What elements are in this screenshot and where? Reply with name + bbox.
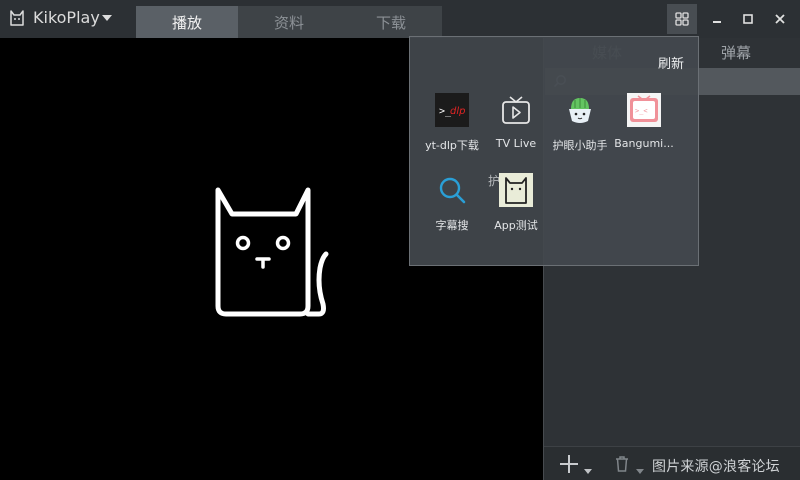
svg-text:>_<: >_< xyxy=(635,107,648,115)
trash-icon[interactable] xyxy=(614,455,630,473)
eye-care-icon xyxy=(563,93,597,127)
close-icon xyxy=(775,14,785,24)
apps-button[interactable] xyxy=(667,4,697,34)
app-yt-dlp[interactable]: >_ dlp yt-dlp下载 xyxy=(415,93,487,163)
title-bar: KikoPlay 播放 资料 下载 xyxy=(0,0,800,38)
tab-danmaku[interactable]: 弹幕 xyxy=(721,42,751,63)
yt-dlp-icon: >_ dlp xyxy=(435,93,469,127)
app-label: 护眼小助手 xyxy=(552,139,608,152)
app-label: TV Live xyxy=(495,137,537,150)
add-dropdown-icon[interactable] xyxy=(584,469,592,474)
tv-icon xyxy=(499,93,533,127)
tab-play[interactable]: 播放 xyxy=(136,6,238,38)
bangumi-icon: >_< xyxy=(627,93,661,127)
add-icon[interactable] xyxy=(558,453,580,475)
main-tabs: 播放 资料 下载 xyxy=(136,6,442,38)
maximize-icon xyxy=(743,14,753,24)
minimize-icon xyxy=(713,21,721,23)
apps-popup: 刷新 护 >_ dlp yt-dlp下载 TV Live 护眼小助手 >_< B… xyxy=(409,36,699,266)
minimize-button[interactable] xyxy=(702,4,732,34)
app-subtitle-search[interactable]: 字幕搜 xyxy=(415,173,487,243)
app-label: Bangumi... xyxy=(614,137,674,150)
subtitle-search-icon xyxy=(435,173,469,207)
maximize-button[interactable] xyxy=(733,4,763,34)
app-label: App测试 xyxy=(494,219,538,232)
tab-library[interactable]: 资料 xyxy=(238,6,340,38)
refresh-button[interactable]: 刷新 xyxy=(658,53,684,72)
grid-icon xyxy=(675,12,689,26)
kikoplay-logo-icon xyxy=(10,10,24,26)
kikoplay-cat-logo-icon xyxy=(215,187,329,317)
app-bangumi[interactable]: >_< Bangumi... xyxy=(607,93,679,163)
app-app-test[interactable]: App测试 xyxy=(479,173,551,243)
app-test-icon xyxy=(499,173,533,207)
tab-download[interactable]: 下载 xyxy=(340,6,442,38)
app-tv-live[interactable]: TV Live xyxy=(479,93,551,163)
app-menu-dropdown-icon[interactable] xyxy=(102,15,112,21)
watermark: 图片来源@浪客论坛 xyxy=(652,459,780,475)
app-label: 字幕搜 xyxy=(435,219,469,232)
trash-dropdown-icon[interactable] xyxy=(636,469,644,474)
svg-text:dlp: dlp xyxy=(450,106,465,117)
app-label: yt-dlp下载 xyxy=(425,139,479,152)
app-eye-care[interactable]: 护眼小助手 xyxy=(543,93,615,163)
close-button[interactable] xyxy=(765,4,795,34)
app-title[interactable]: KikoPlay xyxy=(33,8,100,27)
